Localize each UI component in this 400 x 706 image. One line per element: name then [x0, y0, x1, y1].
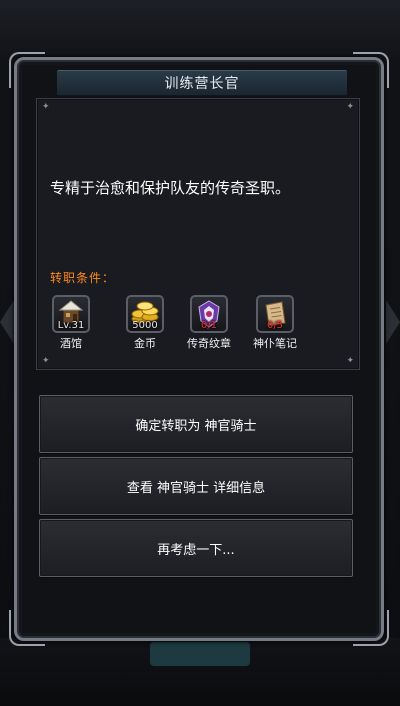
info-panel: ✦ ✦ ✦ ✦ 专精于治愈和保护队友的传奇圣职。 转职条件： Lv.31 酒馆	[36, 98, 360, 370]
frame-corner-ornament	[353, 610, 389, 646]
tavern-building-icon: Lv.31	[52, 295, 90, 333]
next-arrow-icon	[386, 300, 400, 344]
requirement-qty: 0/1	[200, 320, 218, 331]
panel-corner-sparkle-icon: ✦	[42, 102, 50, 112]
dialog-title-bar: 训练营长官	[57, 70, 347, 96]
requirement-name: 金币	[134, 337, 156, 350]
requirement-item: 5000 金币	[115, 295, 175, 351]
view-details-button[interactable]: 查看 神官骑士 详细信息	[39, 457, 353, 515]
panel-corner-sparkle-icon: ✦	[346, 102, 354, 112]
requirement-qty: Lv.31	[57, 320, 85, 331]
background-footer	[0, 638, 400, 706]
job-change-dialog: 训练营长官 ✦ ✦ ✦ ✦ 专精于治愈和保护队友的传奇圣职。 转职条件： Lv.…	[9, 52, 389, 646]
requirement-list: Lv.31 酒馆 5000 金币 0/1 传奇纹章 0/5 神仆笔记	[49, 295, 359, 355]
background-tab	[150, 642, 250, 666]
background-header	[0, 0, 400, 60]
class-description: 专精于治愈和保护队友的传奇圣职。	[50, 179, 291, 197]
previous-arrow-icon	[0, 300, 14, 344]
legendary-crest-icon: 0/1	[190, 295, 228, 333]
reconsider-button[interactable]: 再考虑一下...	[39, 519, 353, 577]
requirement-item: Lv.31 酒馆	[41, 295, 101, 351]
confirm-job-change-button[interactable]: 确定转职为 神官骑士	[39, 395, 353, 453]
dialog-title: 训练营长官	[164, 76, 240, 92]
gold-coins-icon: 5000	[126, 295, 164, 333]
requirement-name: 酒馆	[60, 337, 82, 350]
requirement-item: 0/1 传奇纹章	[179, 295, 239, 351]
panel-corner-sparkle-icon: ✦	[346, 356, 354, 366]
panel-corner-sparkle-icon: ✦	[42, 356, 50, 366]
requirement-item: 0/5 神仆笔记	[245, 295, 305, 351]
scroll-notes-icon: 0/5	[256, 295, 294, 333]
frame-corner-ornament	[9, 610, 45, 646]
requirement-name: 传奇纹章	[187, 337, 231, 350]
requirement-qty: 0/5	[266, 320, 284, 331]
requirement-qty: 5000	[132, 320, 158, 331]
requirement-name: 神仆笔记	[253, 337, 297, 350]
conditions-label: 转职条件：	[50, 271, 116, 285]
